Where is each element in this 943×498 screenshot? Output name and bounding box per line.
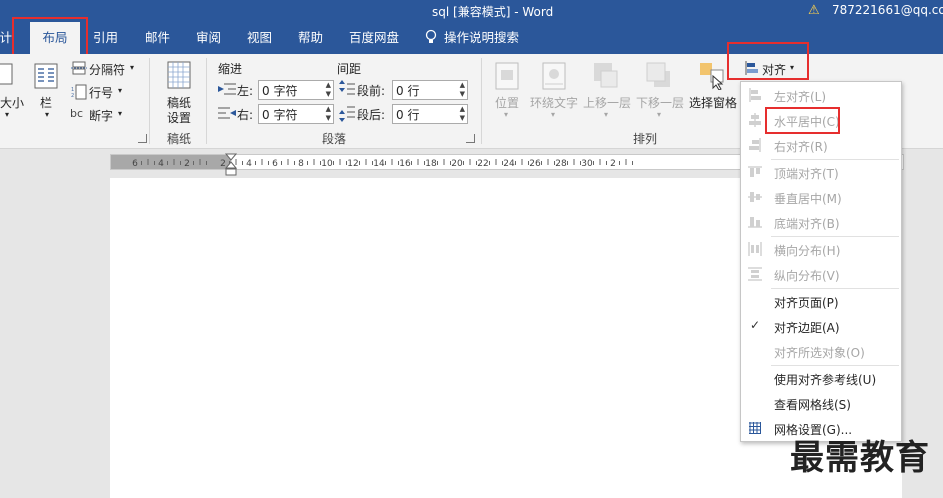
position-icon bbox=[495, 62, 519, 90]
ruler-tick-label: 14 bbox=[373, 159, 385, 169]
paragraph-dialog-launcher[interactable] bbox=[466, 134, 475, 143]
tell-me-search[interactable]: 操作说明搜索 bbox=[424, 22, 519, 54]
tab-view[interactable]: 视图 bbox=[247, 22, 272, 54]
align-center-icon bbox=[749, 113, 761, 127]
spacing-before-input[interactable]: 0 行 ▲ ▼ bbox=[392, 80, 468, 100]
indent-left-icon bbox=[218, 83, 236, 95]
spacing-after-icon bbox=[339, 106, 355, 122]
indent-left-label: 左: bbox=[237, 84, 254, 98]
indent-marker-icon[interactable] bbox=[225, 153, 237, 179]
ruler-tick-label: 6 bbox=[132, 159, 138, 169]
align-middle-icon bbox=[748, 192, 762, 202]
tab-references[interactable]: 引用 bbox=[93, 22, 118, 54]
page-size-icon bbox=[0, 63, 13, 85]
ruler-tick-label: 10 bbox=[321, 159, 333, 169]
spacing-before-label: 段前: bbox=[357, 84, 386, 98]
arrange-group-label: 排列 bbox=[633, 132, 658, 146]
highlight-center-item bbox=[765, 107, 840, 134]
menu-item-distribute-vertical[interactable]: 纵向分布(V) bbox=[741, 263, 901, 287]
indent-heading: 缩进 bbox=[218, 62, 243, 76]
page-setup-dialog-launcher[interactable] bbox=[138, 134, 147, 143]
menu-item-align-right[interactable]: 右对齐(R) bbox=[741, 134, 901, 158]
lightbulb-icon bbox=[425, 29, 437, 43]
ruler-tick-label: 22 bbox=[477, 159, 488, 169]
ruler-tick-label: 18 bbox=[425, 159, 437, 169]
line-numbers-icon: 12 bbox=[71, 84, 87, 100]
indent-right-input[interactable]: 0 字符 ▲ ▼ bbox=[258, 104, 334, 124]
tab-help[interactable]: 帮助 bbox=[298, 22, 323, 54]
indent-left-input[interactable]: 0 字符 ▲ ▼ bbox=[258, 80, 334, 100]
ruler-tick-label: 8 bbox=[298, 159, 304, 169]
ruler-tick-label: 20 bbox=[451, 159, 463, 169]
ruler-tick-label: 2 bbox=[184, 159, 190, 169]
warning-icon[interactable]: ⚠ bbox=[808, 3, 820, 18]
ruler-tick-label: 12 bbox=[347, 159, 358, 169]
window-title: sql [兼容模式] - Word bbox=[432, 5, 554, 19]
send-backward-icon bbox=[646, 62, 670, 87]
distribute-vertical-icon bbox=[748, 267, 762, 281]
manuscript-icon bbox=[167, 61, 191, 89]
menu-item-align-to-margin[interactable]: ✓ 对齐边距(A) bbox=[741, 315, 901, 339]
align-top-icon bbox=[748, 166, 762, 177]
ruler-tick-label: 26 bbox=[529, 159, 541, 169]
paragraph-group-label: 段落 bbox=[322, 132, 347, 146]
menu-item-align-bottom[interactable]: 底端对齐(B) bbox=[741, 211, 901, 235]
account-name[interactable]: 787221661@qq.co bbox=[832, 3, 943, 17]
menu-item-align-left[interactable]: 左对齐(L) bbox=[741, 84, 901, 108]
selection-pane-icon bbox=[700, 63, 724, 90]
distribute-horizontal-icon bbox=[748, 242, 762, 256]
ruler-tick-label: 6 bbox=[272, 159, 278, 169]
highlight-align-button bbox=[727, 42, 809, 80]
ruler-tick-label: 24 bbox=[503, 159, 515, 169]
align-bottom-icon bbox=[748, 217, 762, 228]
svg-text:2: 2 bbox=[71, 93, 74, 99]
breaks-icon bbox=[71, 61, 87, 75]
tab-review[interactable]: 审阅 bbox=[196, 22, 221, 54]
checkmark-icon: ✓ bbox=[750, 318, 761, 332]
ruler-tick-label: 28 bbox=[555, 159, 567, 169]
bring-forward-icon bbox=[594, 63, 618, 88]
indent-right-label: 右: bbox=[237, 108, 254, 122]
ruler-tick-label: 16 bbox=[399, 159, 411, 169]
columns-icon bbox=[34, 63, 58, 89]
ruler-tick-label: 2 bbox=[610, 159, 616, 169]
menu-item-distribute-horizontal[interactable]: 横向分布(H) bbox=[741, 238, 901, 262]
hyphenation-icon: bc bbox=[70, 107, 84, 120]
grid-icon bbox=[749, 422, 761, 434]
tab-baidu-netdisk[interactable]: 百度网盘 bbox=[349, 22, 399, 54]
align-right-icon bbox=[749, 138, 761, 152]
spacing-after-label: 段后: bbox=[357, 108, 386, 122]
menu-item-align-selected-objects[interactable]: 对齐所选对象(O) bbox=[741, 340, 901, 364]
manuscript-group-label: 稿纸 bbox=[167, 132, 192, 146]
title-bar: sql [兼容模式] - Word ⚠ 787221661@qq.co bbox=[0, 0, 943, 22]
tab-mailings[interactable]: 邮件 bbox=[145, 22, 170, 54]
spacing-before-icon bbox=[339, 80, 355, 95]
ruler-tick-label: 30 bbox=[581, 159, 593, 169]
spacing-heading: 间距 bbox=[337, 62, 362, 76]
menu-item-view-gridlines[interactable]: 查看网格线(S) bbox=[741, 392, 901, 416]
align-dropdown-menu: 左对齐(L) 水平居中(C) 右对齐(R) 顶端对齐(T) 垂直居中(M) 底端… bbox=[740, 81, 902, 442]
spacing-after-input[interactable]: 0 行 ▲ ▼ bbox=[392, 104, 468, 124]
menu-item-align-to-page[interactable]: 对齐页面(P) bbox=[741, 290, 901, 314]
menu-item-align-top[interactable]: 顶端对齐(T) bbox=[741, 161, 901, 185]
menu-item-align-middle[interactable]: 垂直居中(M) bbox=[741, 186, 901, 210]
wrap-text-icon bbox=[542, 62, 566, 90]
ruler-tick-label: 4 bbox=[158, 159, 164, 169]
menu-item-use-alignment-guides[interactable]: 使用对齐参考线(U) bbox=[741, 367, 901, 391]
watermark-logo: 最需教育 bbox=[790, 438, 930, 478]
ruler-tick-label: 4 bbox=[246, 159, 252, 169]
indent-right-icon bbox=[218, 107, 236, 119]
align-left-icon bbox=[749, 88, 761, 102]
